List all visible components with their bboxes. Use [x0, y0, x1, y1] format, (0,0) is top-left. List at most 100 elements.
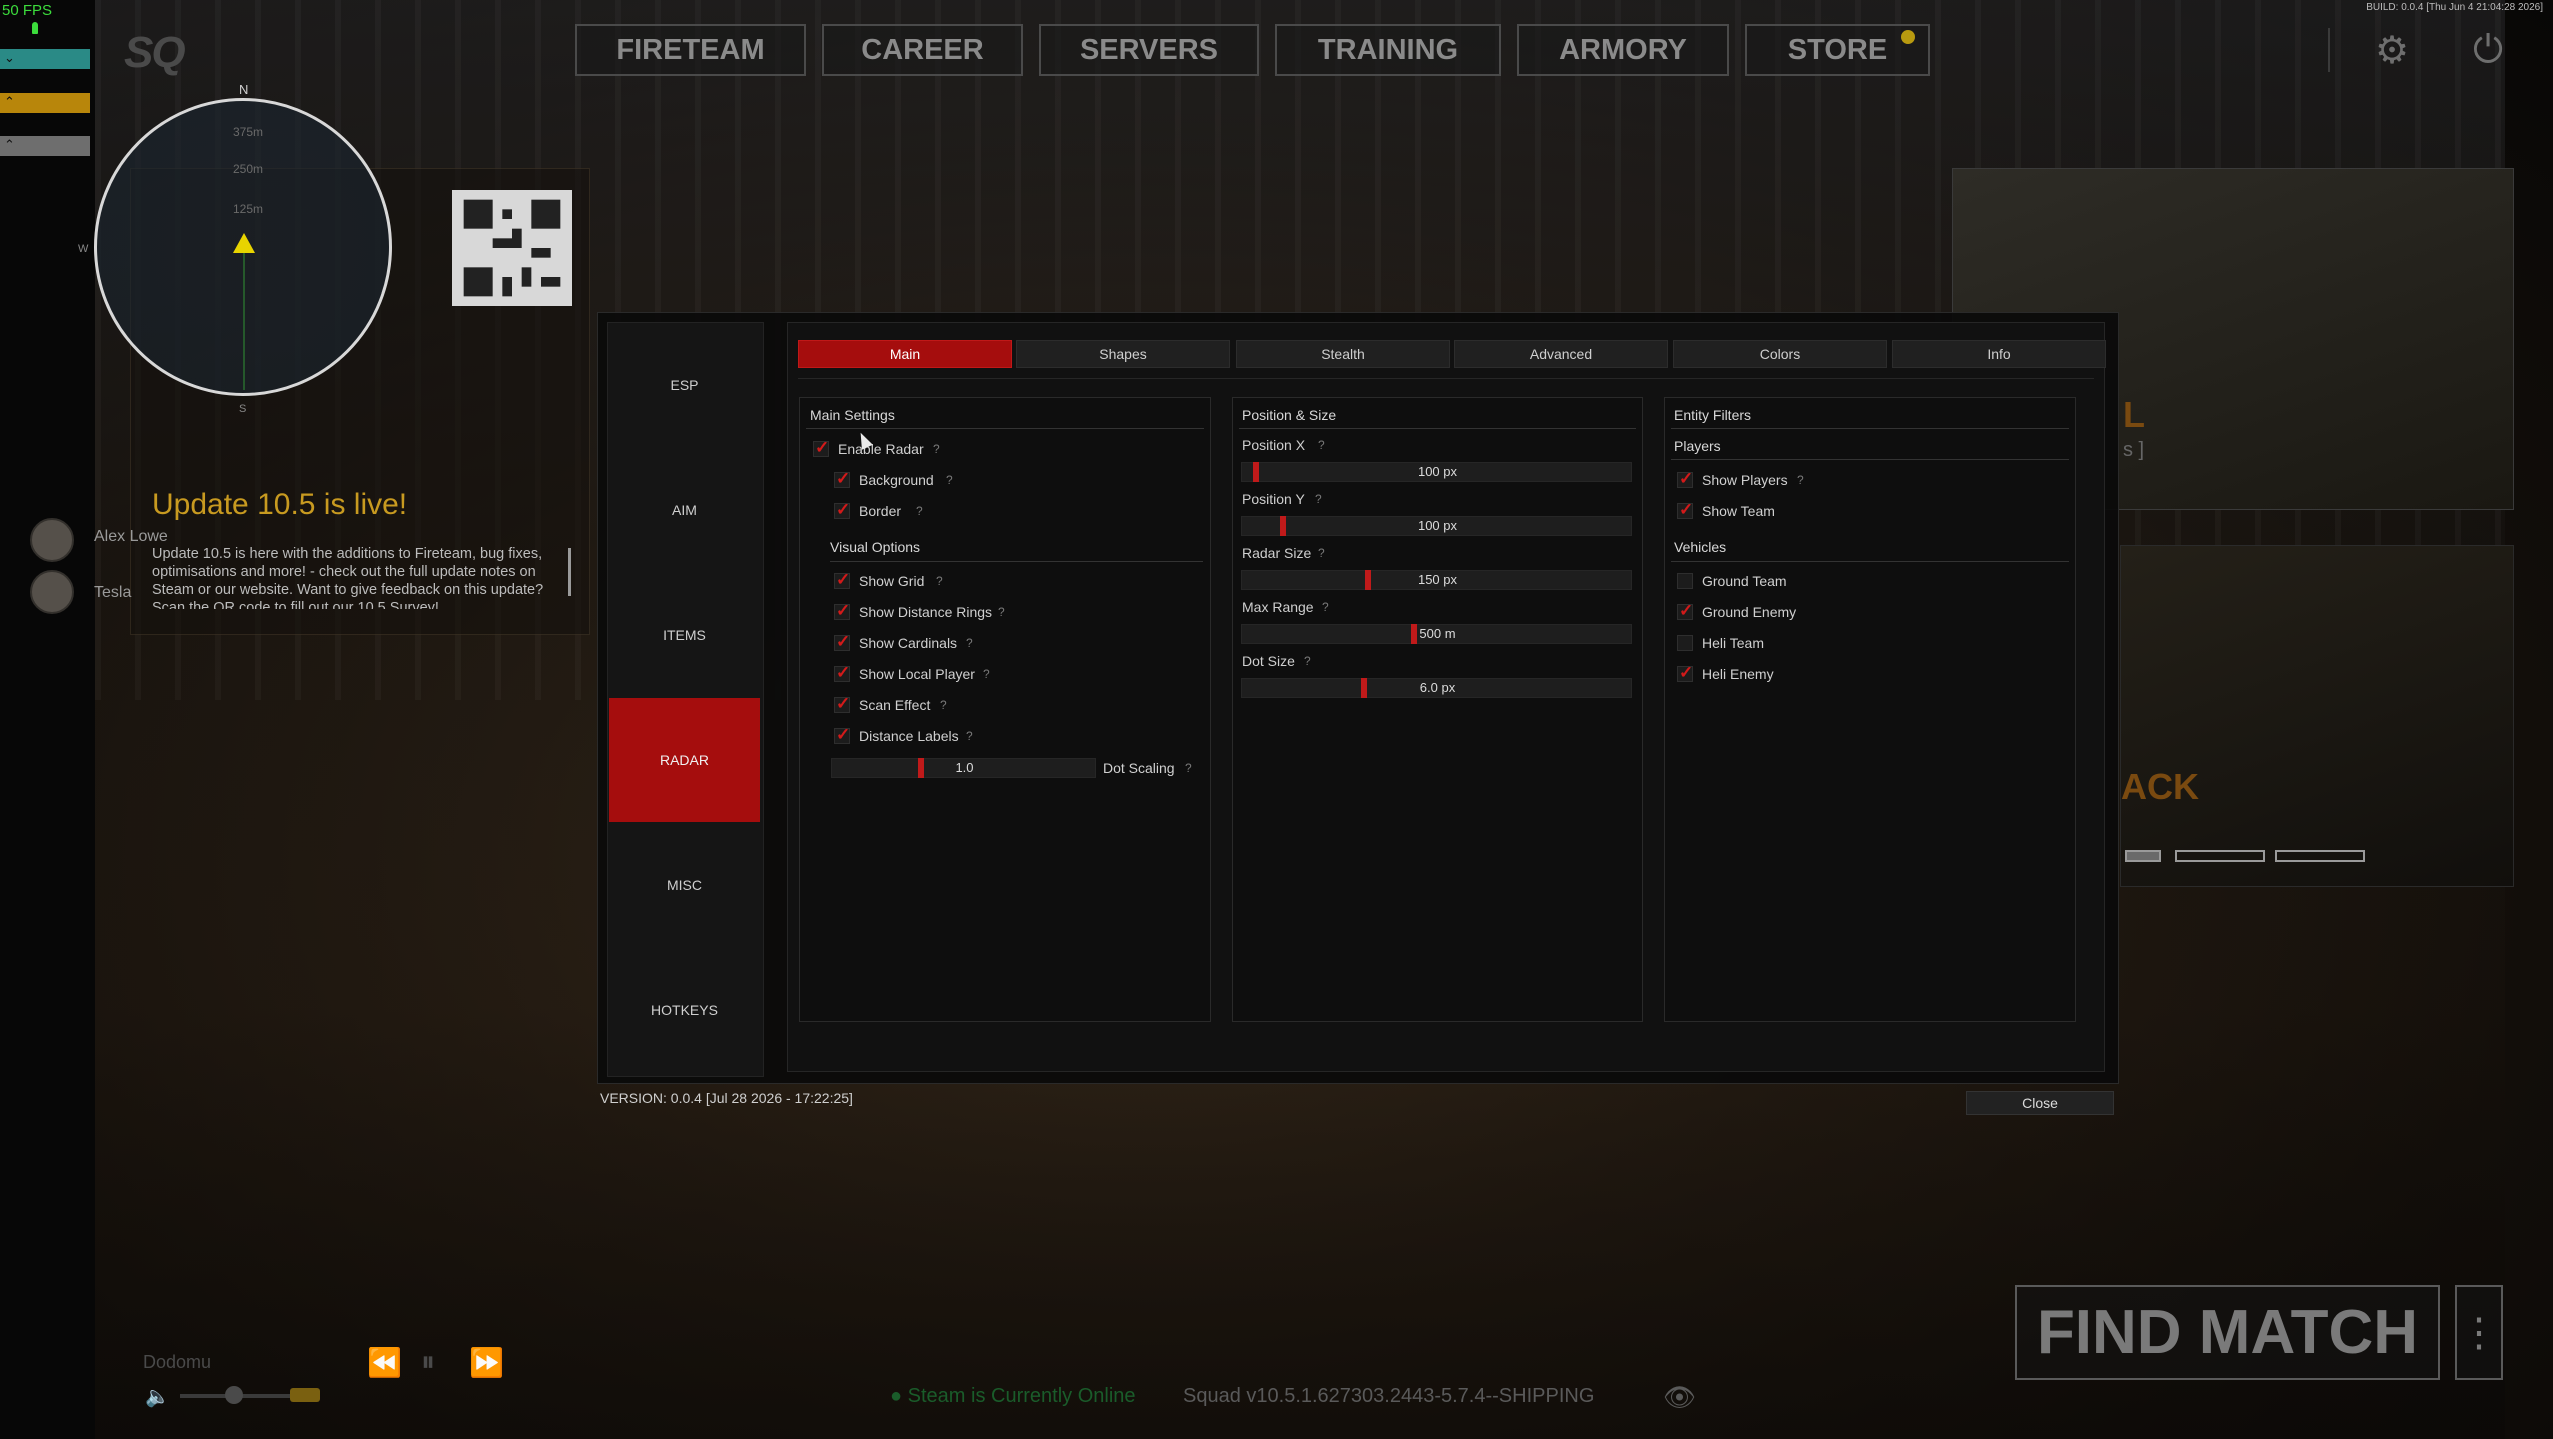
help-icon[interactable]: ?	[1322, 600, 1329, 614]
tab-main[interactable]: Main	[798, 340, 1012, 368]
help-icon[interactable]: ?	[1315, 492, 1322, 506]
show-players-checkbox[interactable]	[1677, 469, 1693, 489]
radar-ring-label: 375m	[233, 125, 264, 139]
dot-scaling-slider[interactable]: 1.0	[831, 758, 1096, 778]
radar-ring-label: 250m	[233, 162, 264, 176]
background-label: Background	[859, 472, 934, 488]
max-range-slider[interactable]: 500 m	[1241, 624, 1632, 644]
rewind-icon[interactable]: ⏪	[367, 1346, 402, 1379]
sidenav-hotkeys[interactable]: HOTKEYS	[609, 948, 760, 1072]
show-distance-rings-checkbox[interactable]	[834, 601, 850, 621]
dot-size-slider[interactable]: 6.0 px	[1241, 678, 1632, 698]
help-icon[interactable]: ?	[1318, 438, 1325, 452]
find-match-button[interactable]: FIND MATCH	[2015, 1285, 2440, 1380]
volume-slider-handle[interactable]	[225, 1386, 243, 1404]
sidenav-aim[interactable]: AIM	[609, 448, 760, 572]
sidenav-items[interactable]: ITEMS	[609, 573, 760, 697]
more-options-icon[interactable]: ⋮	[2455, 1285, 2503, 1380]
visual-options-title: Visual Options	[830, 539, 921, 555]
fast-forward-icon[interactable]: ⏩	[469, 1346, 504, 1379]
scan-effect-label: Scan Effect	[859, 697, 931, 713]
radar-north-label: N	[239, 82, 249, 97]
nav-fireteam[interactable]: FIRETEAM	[575, 24, 806, 76]
help-icon[interactable]: ?	[946, 473, 953, 487]
news-scrollbar[interactable]	[568, 548, 571, 596]
tab-stealth[interactable]: Stealth	[1236, 340, 1450, 368]
pause-icon[interactable]: ⏸	[421, 1346, 435, 1379]
game-version: Squad v10.5.1.627303.2443-5.7.4--SHIPPIN…	[1183, 1385, 1595, 1407]
ground-enemy-checkbox[interactable]	[1677, 601, 1693, 621]
border-label: Border	[859, 503, 902, 519]
help-icon[interactable]: ?	[1185, 761, 1192, 775]
eye-icon[interactable]: 👁	[1663, 1382, 1696, 1413]
carousel-dot[interactable]	[2175, 850, 2265, 862]
promo-card-1-sub: s ]	[2123, 439, 2145, 461]
show-team-checkbox[interactable]	[1677, 500, 1693, 520]
steam-status-text: Steam is Currently Online	[907, 1385, 1136, 1407]
sidenav-misc[interactable]: MISC	[609, 823, 760, 947]
show-local-player-checkbox[interactable]	[834, 663, 850, 683]
nav-servers[interactable]: SERVERS	[1039, 24, 1259, 76]
close-button[interactable]: Close	[1966, 1091, 2114, 1115]
nav-training[interactable]: TRAINING	[1275, 24, 1501, 76]
help-icon[interactable]: ?	[916, 504, 923, 518]
dot-size-label: Dot Size	[1242, 653, 1295, 669]
local-player-marker-icon	[233, 233, 255, 253]
tab-info[interactable]: Info	[1892, 340, 2106, 368]
help-icon[interactable]: ?	[998, 605, 1005, 619]
position-y-slider[interactable]: 100 px	[1241, 516, 1632, 536]
nav-armory[interactable]: ARMORY	[1517, 24, 1729, 76]
scan-effect-checkbox[interactable]	[834, 694, 850, 714]
enable-radar-label: Enable Radar	[838, 441, 924, 457]
friend-avatar[interactable]	[30, 570, 74, 614]
volume-icon[interactable]: 🔈	[145, 1384, 170, 1409]
tab-colors[interactable]: Colors	[1673, 340, 1887, 368]
nav-career[interactable]: CAREER	[822, 24, 1023, 76]
help-icon[interactable]: ?	[1318, 546, 1325, 560]
help-icon[interactable]: ?	[966, 636, 973, 650]
steam-status: ● Steam is Currently Online	[890, 1385, 1136, 1407]
build-info: BUILD: 0.0.4 [Thu Jun 4 21:04:28 2026]	[2366, 2, 2543, 13]
help-icon[interactable]: ?	[933, 442, 940, 456]
position-x-slider[interactable]: 100 px	[1241, 462, 1632, 482]
promo-card-1-text: L	[2123, 394, 2145, 435]
friend-name[interactable]: Tesla	[94, 584, 131, 602]
help-icon[interactable]: ?	[966, 729, 973, 743]
tab-advanced[interactable]: Advanced	[1454, 340, 1668, 368]
radar-size-slider[interactable]: 150 px	[1241, 570, 1632, 590]
show-cardinals-checkbox[interactable]	[834, 632, 850, 652]
tab-divider	[798, 378, 2094, 379]
store-notification-dot	[1901, 30, 1915, 44]
help-icon[interactable]: ?	[983, 667, 990, 681]
promo-card-2[interactable]: ACK	[2120, 545, 2514, 887]
show-grid-checkbox[interactable]	[834, 570, 850, 590]
tab-shapes[interactable]: Shapes	[1016, 340, 1230, 368]
friend-avatar[interactable]	[30, 518, 74, 562]
overlay-chip-teal[interactable]: ⌄	[0, 49, 90, 69]
help-icon[interactable]: ?	[936, 574, 943, 588]
help-icon[interactable]: ?	[1797, 473, 1804, 487]
friend-name[interactable]: Alex Lowe	[94, 528, 168, 546]
help-icon[interactable]: ?	[940, 698, 947, 712]
help-icon[interactable]: ?	[1304, 654, 1311, 668]
heli-enemy-checkbox[interactable]	[1677, 663, 1693, 683]
carousel-dot-active[interactable]	[2125, 850, 2161, 862]
radar-south-label: S	[239, 403, 247, 415]
sidenav-esp[interactable]: ESP	[609, 323, 760, 447]
fps-counter: 50 FPS	[2, 2, 53, 19]
distance-labels-checkbox[interactable]	[834, 725, 850, 745]
ground-team-checkbox[interactable]	[1677, 573, 1693, 589]
section-divider	[1671, 561, 2069, 562]
chevron-up-icon: ⌃	[4, 137, 15, 152]
overlay-chip-gold[interactable]: ⌃	[0, 93, 90, 113]
top-separator	[2328, 28, 2330, 72]
heli-team-checkbox[interactable]	[1677, 635, 1693, 651]
carousel-dot[interactable]	[2275, 850, 2365, 862]
power-icon[interactable]: ⏻	[2466, 28, 2510, 72]
enable-radar-checkbox[interactable]	[813, 438, 829, 458]
background-checkbox[interactable]	[834, 469, 850, 489]
border-checkbox[interactable]	[834, 500, 850, 520]
sidenav-radar[interactable]: RADAR	[609, 698, 760, 822]
gear-icon[interactable]: ⚙	[2370, 28, 2414, 72]
overlay-chip-grey[interactable]: ⌃	[0, 136, 90, 156]
